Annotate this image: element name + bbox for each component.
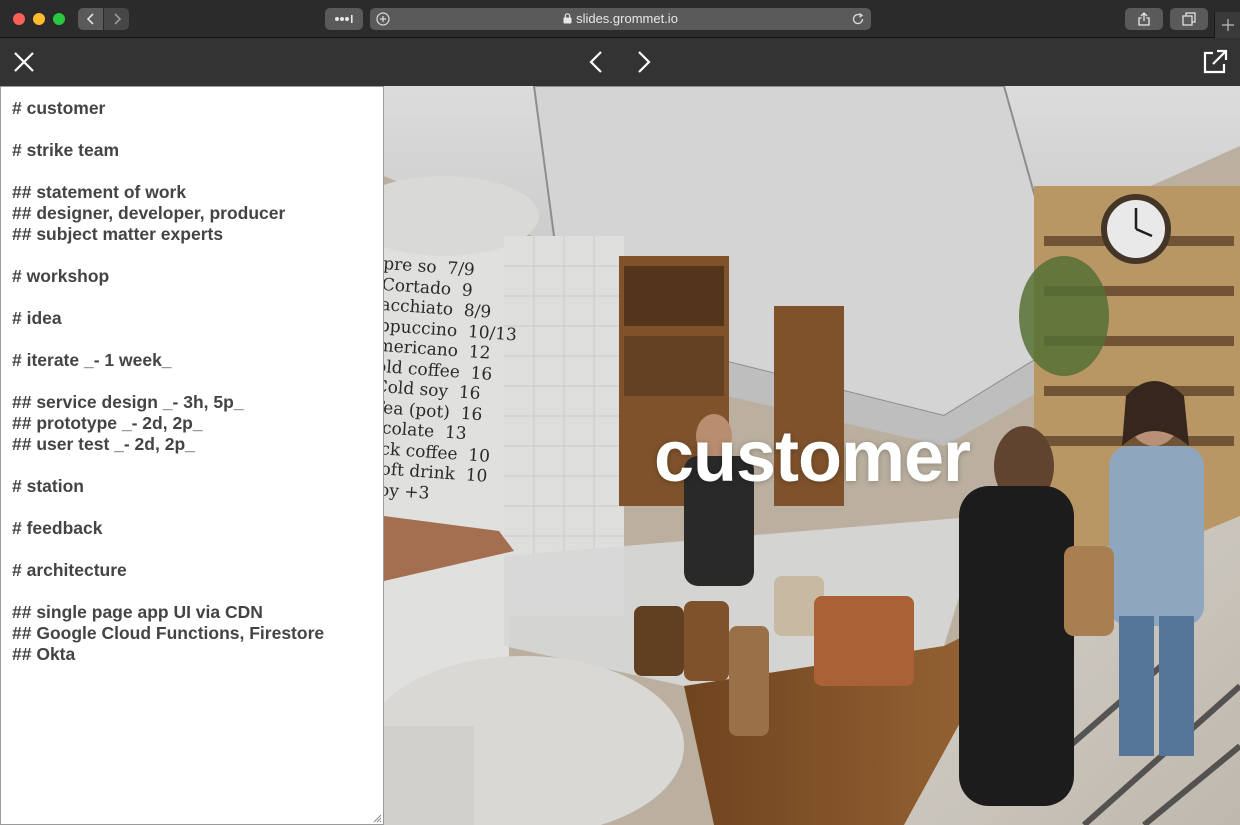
plus-icon [1221, 19, 1234, 31]
open-external-button[interactable] [1199, 46, 1231, 78]
browser-back-button[interactable] [78, 8, 103, 30]
editor-line: ## designer, developer, producer [12, 203, 286, 223]
editor-line: # architecture [12, 560, 127, 580]
share-icon [1138, 12, 1150, 26]
app-toolbar [0, 38, 1240, 86]
editor-line: # strike team [12, 140, 120, 160]
editor-line: ## single page app UI via CDN [12, 602, 263, 622]
browser-forward-button[interactable] [104, 8, 129, 30]
lock-icon [563, 13, 572, 24]
editor-line: ## statement of work [12, 182, 187, 202]
reader-view-button[interactable] [325, 8, 363, 30]
share-rounded-icon [1203, 49, 1228, 74]
editor-line: # customer [12, 98, 106, 118]
chevron-left-icon [86, 13, 94, 25]
resize-grip-icon[interactable] [372, 813, 382, 823]
browser-titlebar: slides.grommet.io [0, 0, 1240, 38]
address-bar[interactable]: slides.grommet.io [370, 8, 871, 30]
address-text: slides.grommet.io [370, 8, 871, 30]
new-tab-button[interactable] [1214, 12, 1240, 38]
editor-line: ## subject matter experts [12, 224, 224, 244]
markdown-editor[interactable]: # customer # strike team ## statement of w… [0, 86, 384, 825]
editor-line: # workshop [12, 266, 110, 286]
editor-line: # iterate _- 1 week_ [12, 350, 172, 370]
browser-share-button[interactable] [1125, 8, 1163, 30]
window-minimize-button[interactable] [33, 13, 45, 25]
editor-line: # station [12, 476, 84, 496]
chevron-left-icon [589, 51, 602, 73]
editor-line: ## prototype _- 2d, 2p_ [12, 413, 203, 433]
show-tabs-button[interactable] [1170, 8, 1208, 30]
window-close-button[interactable] [13, 13, 25, 25]
editor-line: # feedback [12, 518, 103, 538]
chevron-right-icon [113, 13, 121, 25]
close-icon [14, 52, 34, 72]
slide-title: customer [653, 417, 971, 497]
previous-slide-button[interactable] [580, 46, 612, 78]
chevron-right-icon [638, 51, 651, 73]
next-slide-button[interactable] [628, 46, 660, 78]
reader-icon [335, 15, 353, 23]
window-maximize-button[interactable] [53, 13, 65, 25]
tabs-icon [1182, 12, 1196, 26]
editor-line: ## Google Cloud Functions, Firestore [12, 623, 325, 643]
editor-line: ## service design _- 3h, 5p_ [12, 392, 244, 412]
editor-line: ## user test _- 2d, 2p_ [12, 434, 195, 454]
browser-nav-group [78, 8, 129, 30]
close-button[interactable] [8, 46, 40, 78]
url-text: slides.grommet.io [576, 11, 678, 26]
editor-line: # idea [12, 308, 62, 328]
slide-preview: pre so 7/9 Cortado 9 acchiato 8/9 ppuccino … [384, 86, 1240, 825]
editor-line: ## Okta [12, 644, 76, 664]
reload-icon[interactable] [851, 12, 865, 26]
